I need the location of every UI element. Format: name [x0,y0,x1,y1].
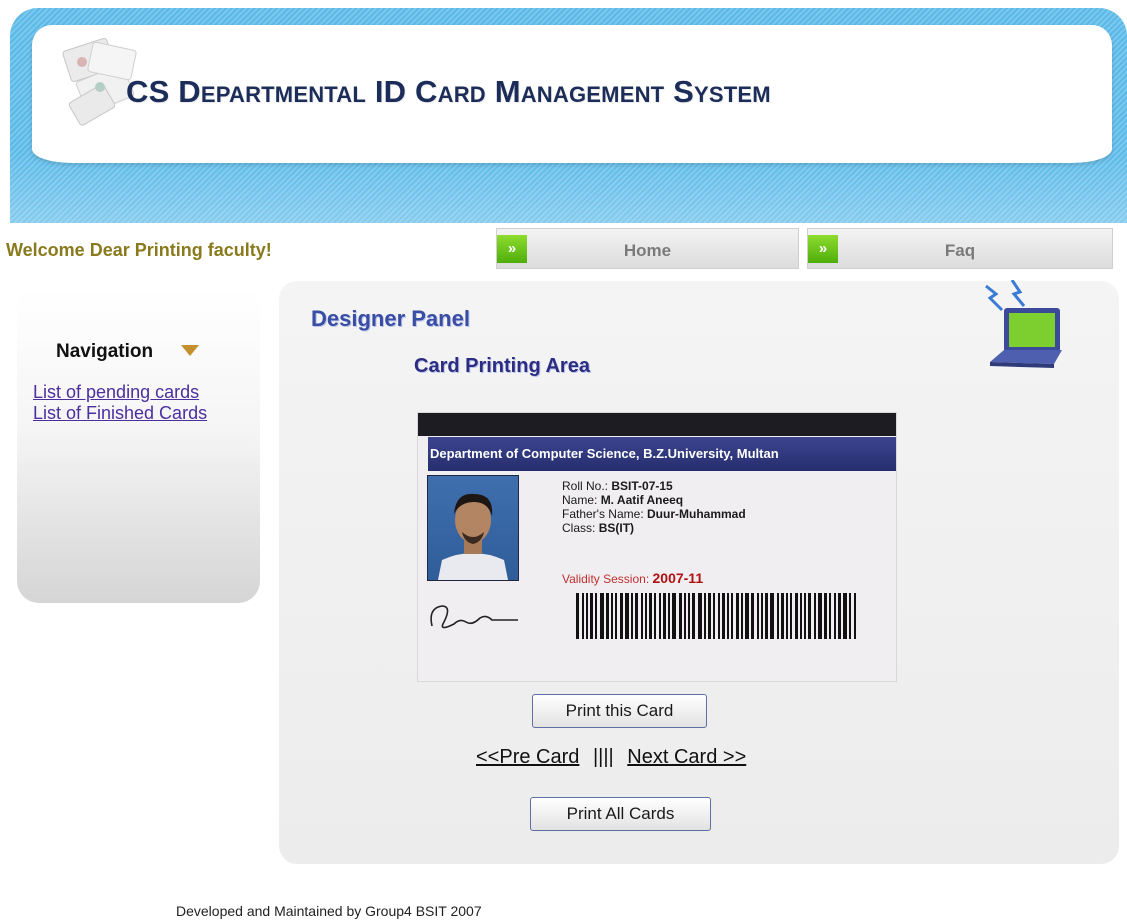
card-class-label: Class: [562,521,596,535]
card-validity-label: Validity Session: [562,572,650,586]
pager-separator: |||| [592,746,614,768]
card-name-value: M. Aatif Aneeq [600,493,684,507]
sidebar-link-finished-cards[interactable]: List of Finished Cards [33,403,207,424]
next-card-link[interactable]: Next Card >> [627,746,746,768]
id-card-preview: Department of Computer Science, B.Z.Univ… [418,413,896,681]
sidebar-panel [17,287,260,603]
card-pager: <<Pre Card |||| Next Card >> [476,746,746,769]
card-validity-value: 2007-11 [652,570,704,586]
card-roll-value: BSIT-07-15 [611,479,673,493]
card-father-value: Duur-Muhammad [647,507,746,521]
card-edge [418,413,896,436]
section-title: Card Printing Area [414,355,590,377]
barcode [576,593,856,639]
card-class-value: BS(IT) [598,521,635,535]
nav-faq-label: Faq [944,241,976,260]
nav-faq-button[interactable]: » Faq [807,228,1113,269]
card-roll-label: Roll No.: [562,479,609,493]
nav-home-button[interactable]: » Home [496,228,799,269]
panel-title: Designer Panel [311,306,470,331]
header-glow [10,153,1127,223]
nav-home-label: Home [623,241,672,260]
card-father-label: Father's Name: [562,507,644,521]
card-name-label: Name: [562,493,598,507]
sidebar-link-pending-cards[interactable]: List of pending cards [33,382,199,403]
triangle-down-icon[interactable] [181,345,199,356]
welcome-message: Welcome Dear Printing faculty! [6,240,272,260]
print-card-button[interactable]: Print this Card [532,694,707,728]
card-department: Department of Computer Science, B.Z.Univ… [428,437,896,471]
laptop-icon [985,280,1062,368]
prev-card-link[interactable]: <<Pre Card [476,746,579,768]
sidebar-title: Navigation [56,341,154,362]
footer-credit: Developed and Maintained by Group4 BSIT … [176,903,482,919]
app-title: CS Departmental ID Card Management Syste… [126,74,771,109]
card-photo [427,475,519,581]
print-all-button[interactable]: Print All Cards [530,797,711,831]
signature-mark [430,605,518,629]
